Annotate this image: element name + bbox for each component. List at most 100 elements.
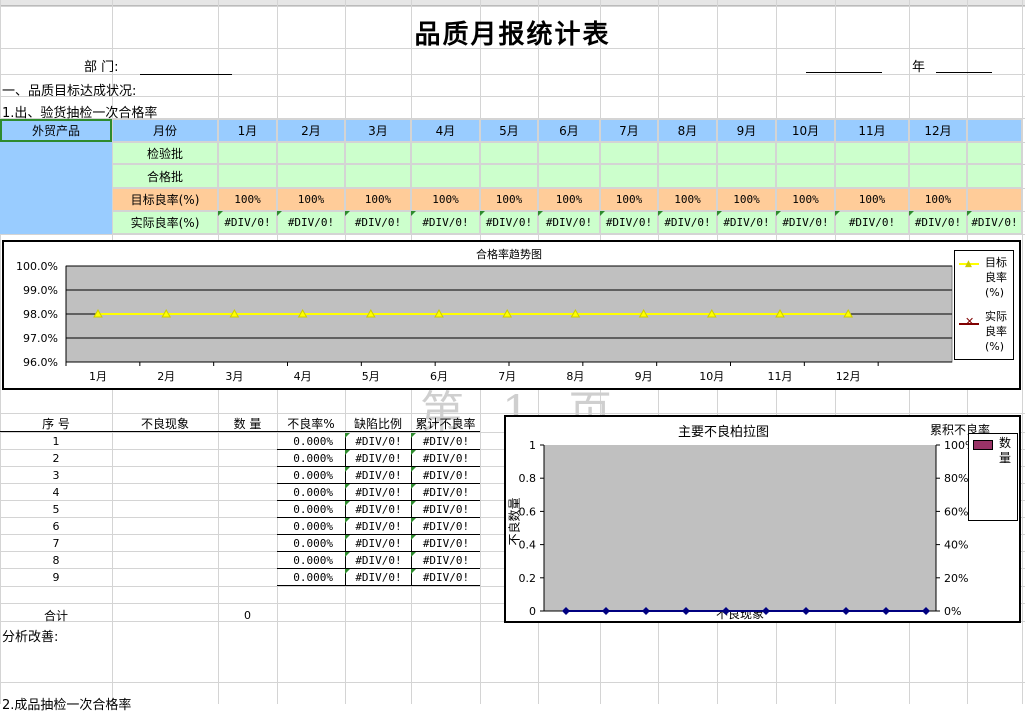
defect-rate-cell[interactable]: 0.000% bbox=[277, 467, 345, 484]
cumulative-rate-cell[interactable]: #DIV/0! bbox=[411, 569, 480, 586]
cumulative-rate-cell[interactable]: #DIV/0! bbox=[411, 467, 480, 484]
cumulative-rate-cell[interactable]: #DIV/0! bbox=[411, 552, 480, 569]
data-cell[interactable] bbox=[835, 142, 909, 164]
month-field-underline[interactable] bbox=[806, 72, 882, 73]
month-header-cell[interactable]: 10月 bbox=[776, 119, 835, 142]
defect-rate-cell[interactable]: 0.000% bbox=[277, 552, 345, 569]
target-rate-cell[interactable]: 100% bbox=[658, 188, 717, 211]
defect-rate-cell[interactable]: 0.000% bbox=[277, 484, 345, 501]
actual-rate-cell[interactable]: #DIV/0! bbox=[218, 211, 277, 234]
data-cell[interactable] bbox=[538, 142, 600, 164]
data-cell[interactable] bbox=[277, 142, 345, 164]
pareto-legend[interactable]: 数量 bbox=[968, 433, 1018, 521]
actual-rate-cell[interactable]: #DIV/0! bbox=[277, 211, 345, 234]
cumulative-rate-cell[interactable]: #DIV/0! bbox=[411, 433, 480, 450]
trend-chart[interactable]: 100.0% 99.0% 98.0% 97.0% 96.0% 1月 2月 3月 4月 5月 6月 7月… bbox=[2, 240, 1021, 390]
cumulative-rate-cell[interactable]: #DIV/0! bbox=[411, 535, 480, 552]
data-cell[interactable] bbox=[218, 164, 277, 188]
actual-rate-cell[interactable]: #DIV/0! bbox=[658, 211, 717, 234]
defect-ratio-cell[interactable]: #DIV/0! bbox=[345, 501, 411, 518]
target-rate-cell[interactable]: 100% bbox=[345, 188, 411, 211]
defect-rate-cell[interactable]: 0.000% bbox=[277, 450, 345, 467]
actual-rate-cell[interactable]: #DIV/0! bbox=[345, 211, 411, 234]
actual-rate-cell[interactable]: #DIV/0! bbox=[411, 211, 480, 234]
target-rate-cell[interactable]: 100% bbox=[909, 188, 967, 211]
month-header-cell[interactable]: 6月 bbox=[538, 119, 600, 142]
data-cell[interactable] bbox=[480, 164, 538, 188]
cumulative-rate-cell[interactable]: #DIV/0! bbox=[411, 450, 480, 467]
target-rate-cell[interactable]: 100% bbox=[776, 188, 835, 211]
data-cell[interactable] bbox=[967, 119, 1022, 142]
month-header-cell[interactable]: 2月 bbox=[277, 119, 345, 142]
target-rate-cell[interactable]: 100% bbox=[411, 188, 480, 211]
defect-ratio-cell[interactable]: #DIV/0! bbox=[345, 433, 411, 450]
target-rate-cell[interactable]: 100% bbox=[218, 188, 277, 211]
month-header-cell[interactable]: 4月 bbox=[411, 119, 480, 142]
data-cell[interactable] bbox=[717, 164, 776, 188]
actual-rate-cell[interactable]: #DIV/0! bbox=[480, 211, 538, 234]
year-field-underline[interactable] bbox=[936, 72, 992, 73]
defect-rate-cell[interactable]: 0.000% bbox=[277, 518, 345, 535]
defect-ratio-cell[interactable]: #DIV/0! bbox=[345, 484, 411, 501]
row-label-cell[interactable]: 月份 bbox=[112, 119, 218, 142]
data-cell[interactable] bbox=[218, 142, 277, 164]
month-header-cell[interactable]: 11月 bbox=[835, 119, 909, 142]
data-cell[interactable] bbox=[717, 142, 776, 164]
data-cell[interactable] bbox=[776, 142, 835, 164]
actual-rate-cell[interactable]: #DIV/0! bbox=[835, 211, 909, 234]
row-label-cell[interactable]: 检验批 bbox=[112, 142, 218, 164]
data-cell[interactable] bbox=[600, 164, 658, 188]
data-cell[interactable] bbox=[538, 164, 600, 188]
row-label-cell[interactable]: 合格批 bbox=[112, 164, 218, 188]
trend-legend[interactable]: ▲ 目标良率(%) ✕ 实际良率(%) bbox=[954, 250, 1014, 360]
defect-ratio-cell[interactable]: #DIV/0! bbox=[345, 552, 411, 569]
data-cell[interactable] bbox=[776, 164, 835, 188]
pareto-chart[interactable]: 主要不良柏拉图 累积不良率 不良数量 不良现象 1 100% 0.8 80% 0.6 60… bbox=[504, 415, 1021, 623]
data-cell[interactable] bbox=[345, 164, 411, 188]
data-cell[interactable] bbox=[658, 164, 717, 188]
month-header-cell[interactable]: 1月 bbox=[218, 119, 277, 142]
dept-field-underline[interactable] bbox=[140, 74, 232, 75]
defect-rate-cell[interactable]: 0.000% bbox=[277, 569, 345, 586]
cumulative-rate-cell[interactable]: #DIV/0! bbox=[411, 484, 480, 501]
data-cell[interactable] bbox=[600, 142, 658, 164]
defect-ratio-cell[interactable]: #DIV/0! bbox=[345, 518, 411, 535]
month-header-cell[interactable]: 7月 bbox=[600, 119, 658, 142]
actual-rate-cell[interactable]: #DIV/0! bbox=[967, 211, 1022, 234]
month-header-cell[interactable]: 9月 bbox=[717, 119, 776, 142]
actual-rate-cell[interactable]: #DIV/0! bbox=[538, 211, 600, 234]
data-cell[interactable] bbox=[345, 142, 411, 164]
data-cell[interactable] bbox=[480, 142, 538, 164]
data-cell[interactable] bbox=[967, 188, 1022, 211]
data-cell[interactable] bbox=[909, 142, 967, 164]
data-cell[interactable] bbox=[411, 142, 480, 164]
month-header-cell[interactable]: 12月 bbox=[909, 119, 967, 142]
actual-rate-cell[interactable]: #DIV/0! bbox=[909, 211, 967, 234]
target-rate-cell[interactable]: 100% bbox=[277, 188, 345, 211]
defect-rate-cell[interactable]: 0.000% bbox=[277, 433, 345, 450]
defect-rate-cell[interactable]: 0.000% bbox=[277, 501, 345, 518]
row-label-cell[interactable]: 实际良率(%) bbox=[112, 211, 218, 234]
data-cell[interactable] bbox=[967, 164, 1022, 188]
defect-rate-cell[interactable]: 0.000% bbox=[277, 535, 345, 552]
defect-ratio-cell[interactable]: #DIV/0! bbox=[345, 535, 411, 552]
target-rate-cell[interactable]: 100% bbox=[538, 188, 600, 211]
defect-ratio-cell[interactable]: #DIV/0! bbox=[345, 467, 411, 484]
target-rate-cell[interactable]: 100% bbox=[480, 188, 538, 211]
data-cell[interactable] bbox=[835, 164, 909, 188]
cumulative-rate-cell[interactable]: #DIV/0! bbox=[411, 518, 480, 535]
data-cell[interactable] bbox=[277, 164, 345, 188]
target-rate-cell[interactable]: 100% bbox=[600, 188, 658, 211]
row-label-cell[interactable]: 目标良率(%) bbox=[112, 188, 218, 211]
target-rate-cell[interactable]: 100% bbox=[717, 188, 776, 211]
month-header-cell[interactable]: 5月 bbox=[480, 119, 538, 142]
defect-ratio-cell[interactable]: #DIV/0! bbox=[345, 450, 411, 467]
product-label-cell[interactable]: 外贸产品 bbox=[0, 119, 112, 142]
data-cell[interactable] bbox=[658, 142, 717, 164]
actual-rate-cell[interactable]: #DIV/0! bbox=[717, 211, 776, 234]
month-header-cell[interactable]: 8月 bbox=[658, 119, 717, 142]
defect-ratio-cell[interactable]: #DIV/0! bbox=[345, 569, 411, 586]
actual-rate-cell[interactable]: #DIV/0! bbox=[776, 211, 835, 234]
target-rate-cell[interactable]: 100% bbox=[835, 188, 909, 211]
data-cell[interactable] bbox=[909, 164, 967, 188]
